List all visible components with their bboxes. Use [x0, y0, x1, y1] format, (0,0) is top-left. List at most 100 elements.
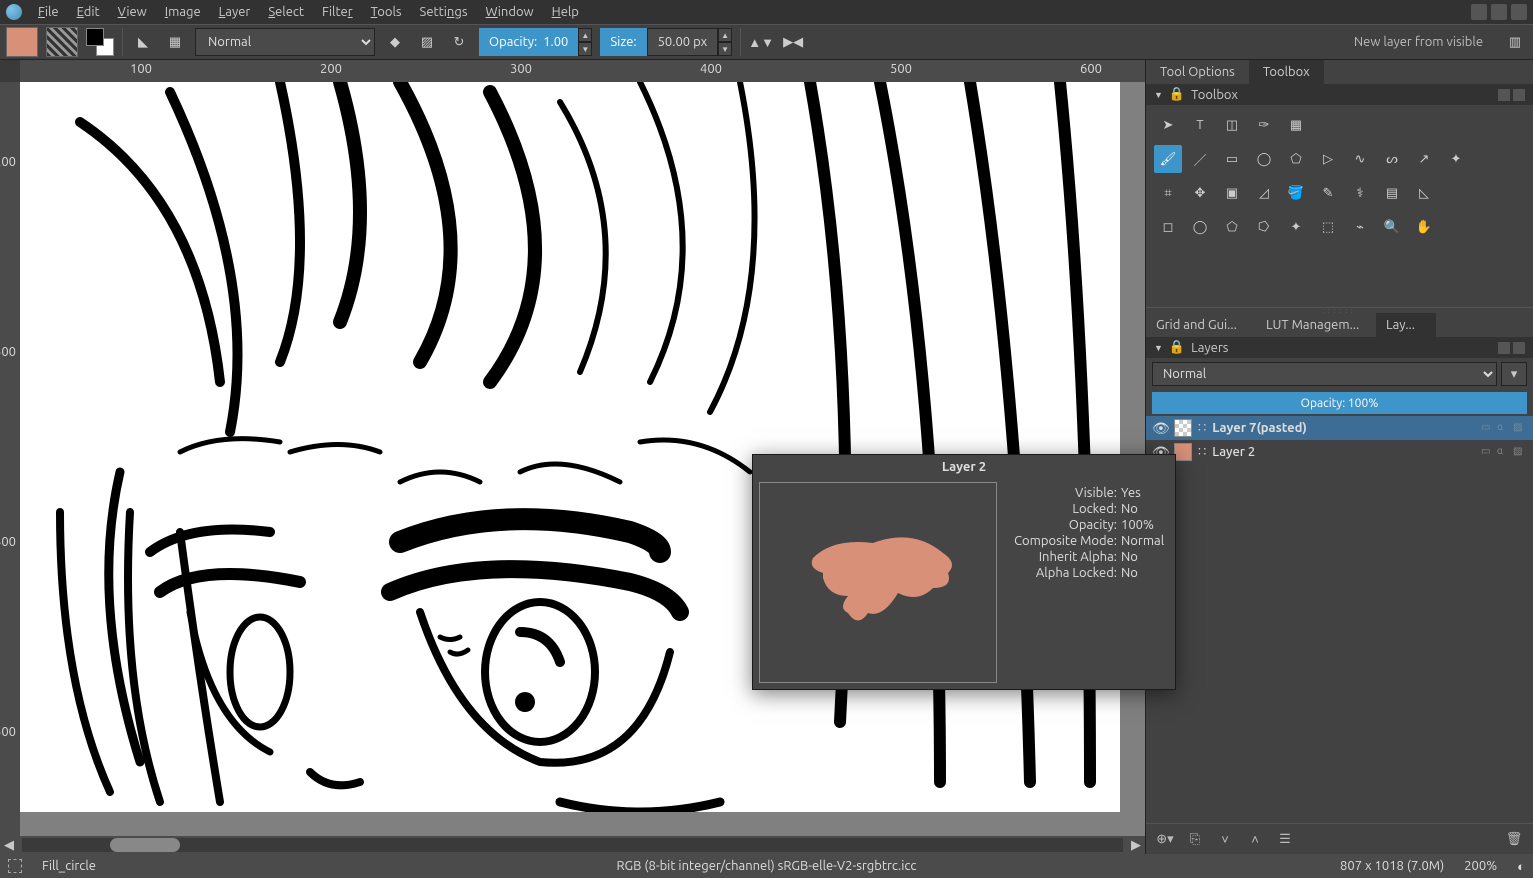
zoom-level[interactable]: 200% — [1464, 859, 1497, 874]
tab-grid-guides[interactable]: Grid and Gui... — [1146, 313, 1256, 337]
layer-filter-icon[interactable]: ▾ — [1501, 362, 1527, 386]
menu-filter[interactable]: Filter — [314, 3, 361, 21]
add-layer-button[interactable]: ⊕▾ — [1152, 828, 1178, 850]
tool-crop[interactable]: ⌗ — [1154, 179, 1182, 207]
layer-lock-icon[interactable]: ▭ — [1481, 421, 1495, 435]
fg-bg-colors[interactable] — [86, 28, 114, 56]
layers-header[interactable]: ▼ 🔒 Layers — [1146, 337, 1533, 358]
tool-assistants[interactable]: ◺ — [1410, 179, 1438, 207]
tool-polygon[interactable]: ⬠ — [1282, 145, 1310, 173]
tool-freehand-path[interactable]: ᔕ — [1378, 145, 1406, 173]
tool-pattern-edit[interactable]: ▦ — [1282, 111, 1310, 139]
inherit-alpha-icon[interactable]: α — [1497, 421, 1511, 435]
tool-zoom[interactable]: 🔍 — [1378, 213, 1406, 241]
tool-select-rect[interactable]: ◻ — [1154, 213, 1182, 241]
layer-name[interactable]: Layer 2 — [1212, 445, 1475, 459]
pattern-swatch[interactable] — [46, 27, 78, 57]
size-down[interactable]: ▼ — [718, 42, 732, 56]
layer-properties-button[interactable]: ☰ — [1272, 828, 1298, 850]
layer-lock-icon[interactable]: ▭ — [1481, 445, 1495, 459]
layer-row[interactable]: 👁 ∷ Layer 2 ▭α▨ — [1146, 440, 1533, 464]
menu-file[interactable]: File — [30, 3, 67, 21]
layer-down-button[interactable]: ˅ — [1212, 828, 1238, 850]
workspace-chooser-icon[interactable]: ▥ — [1503, 30, 1527, 54]
tab-toolbox[interactable]: Toolbox — [1249, 60, 1324, 84]
layer-up-button[interactable]: ˄ — [1242, 828, 1268, 850]
tab-layers[interactable]: Lay... — [1376, 313, 1436, 337]
mirror-v-icon[interactable]: ▶◀ — [781, 30, 805, 54]
inherit-alpha-icon[interactable]: α — [1497, 445, 1511, 459]
tool-smart-patch[interactable]: ⚕ — [1346, 179, 1374, 207]
tool-transform-tool[interactable]: ▣ — [1218, 179, 1246, 207]
tool-rectangle[interactable]: ▭ — [1218, 145, 1246, 173]
rotation-icon[interactable]: ◐ — [1517, 859, 1525, 874]
tool-select-poly[interactable]: ⬠ — [1218, 213, 1246, 241]
selection-indicator-icon[interactable] — [8, 859, 22, 873]
size-spinner[interactable]: Size: 50.00 px ▲▼ — [600, 28, 732, 56]
alpha-lock-icon[interactable]: ▨ — [1513, 445, 1527, 459]
tool-ellipse[interactable]: ◯ — [1250, 145, 1278, 173]
menu-select[interactable]: Select — [260, 3, 312, 21]
opacity-down[interactable]: ▼ — [578, 42, 592, 56]
layer-thumbnail[interactable] — [1174, 443, 1192, 461]
tool-bezier[interactable]: ∿ — [1346, 145, 1374, 173]
collapse-icon[interactable]: ▼ — [1154, 90, 1163, 100]
tool-measure[interactable]: ◿ — [1250, 179, 1278, 207]
reload-preset-icon[interactable]: ↻ — [447, 30, 471, 54]
tool-edit-shapes[interactable]: ◫ — [1218, 111, 1246, 139]
workspace-button[interactable] — [1511, 4, 1527, 20]
alpha-lock-icon[interactable]: ▨ — [1513, 421, 1527, 435]
layer-thumbnail[interactable] — [1174, 419, 1192, 437]
menu-help[interactable]: Help — [544, 3, 587, 21]
menu-tools[interactable]: Tools — [363, 3, 410, 21]
tool-move[interactable]: ✥ — [1186, 179, 1214, 207]
menu-settings[interactable]: Settings — [412, 3, 476, 21]
brush-presets-icon[interactable]: ▦ — [163, 30, 187, 54]
tool-text[interactable]: T — [1186, 111, 1214, 139]
gradient-swatch[interactable] — [6, 27, 38, 57]
tool-pan[interactable]: ✋ — [1410, 213, 1438, 241]
toolbox-header[interactable]: ▼ 🔒 Toolbox — [1146, 84, 1533, 105]
tool-polyline[interactable]: ▷ — [1314, 145, 1342, 173]
tool-gradient[interactable]: ▤ — [1378, 179, 1406, 207]
tool-select-similar[interactable]: ⬚ — [1314, 213, 1342, 241]
tool-transform[interactable]: ➤ — [1154, 111, 1182, 139]
tool-dynamic[interactable]: ↗ — [1410, 145, 1438, 173]
max-button[interactable] — [1491, 4, 1507, 20]
tool-select-contiguous[interactable]: ✦ — [1282, 213, 1310, 241]
tool-freehand-brush[interactable]: 🖌 — [1154, 145, 1182, 173]
layer-row[interactable]: 👁 ∷ Layer 7(pasted) ▭α▨ — [1146, 416, 1533, 440]
opacity-up[interactable]: ▲ — [578, 28, 592, 42]
duplicate-layer-button[interactable]: ⎘ — [1182, 828, 1208, 850]
tab-lut[interactable]: LUT Managem... — [1256, 313, 1376, 337]
tool-multibrush[interactable]: ✦ — [1442, 145, 1470, 173]
layers-collapse-icon[interactable]: ▼ — [1154, 343, 1163, 353]
menu-view[interactable]: View — [110, 3, 155, 21]
brush-settings-icon[interactable]: ◣ — [131, 30, 155, 54]
tool-calligraphy[interactable]: ✑ — [1250, 111, 1278, 139]
tool-select-bezier[interactable]: ⌁ — [1346, 213, 1374, 241]
tool-fill[interactable]: 🪣 — [1282, 179, 1310, 207]
eraser-mode-icon[interactable]: ◆ — [383, 30, 407, 54]
layers-float-icon[interactable] — [1498, 342, 1510, 354]
layers-close-icon[interactable] — [1513, 342, 1525, 354]
layer-blend-select[interactable]: Normal — [1152, 362, 1497, 386]
menu-layer[interactable]: Layer — [211, 3, 259, 21]
menu-edit[interactable]: Edit — [69, 3, 108, 21]
delete-layer-button[interactable]: 🗑 — [1501, 828, 1527, 850]
blend-mode-select[interactable]: Normal — [195, 28, 375, 56]
scrollbar-horizontal[interactable]: ◀ ▶ — [0, 836, 1145, 854]
menu-image[interactable]: Image — [157, 3, 209, 21]
tool-select-freehand[interactable]: ⭔ — [1250, 213, 1278, 241]
tool-select-ellipse[interactable]: ◯ — [1186, 213, 1214, 241]
tool-color-picker[interactable]: ✎ — [1314, 179, 1342, 207]
visibility-icon[interactable]: 👁 — [1152, 420, 1168, 437]
layer-name[interactable]: Layer 7(pasted) — [1212, 421, 1475, 435]
tab-tool-options[interactable]: Tool Options — [1146, 60, 1249, 84]
size-up[interactable]: ▲ — [718, 28, 732, 42]
menu-window[interactable]: Window — [477, 3, 541, 21]
scrollbar-thumb[interactable] — [110, 838, 180, 852]
float-icon[interactable] — [1498, 89, 1510, 101]
layer-opacity-slider[interactable]: Opacity: 100% — [1152, 392, 1527, 414]
tool-line[interactable]: ／ — [1186, 145, 1214, 173]
